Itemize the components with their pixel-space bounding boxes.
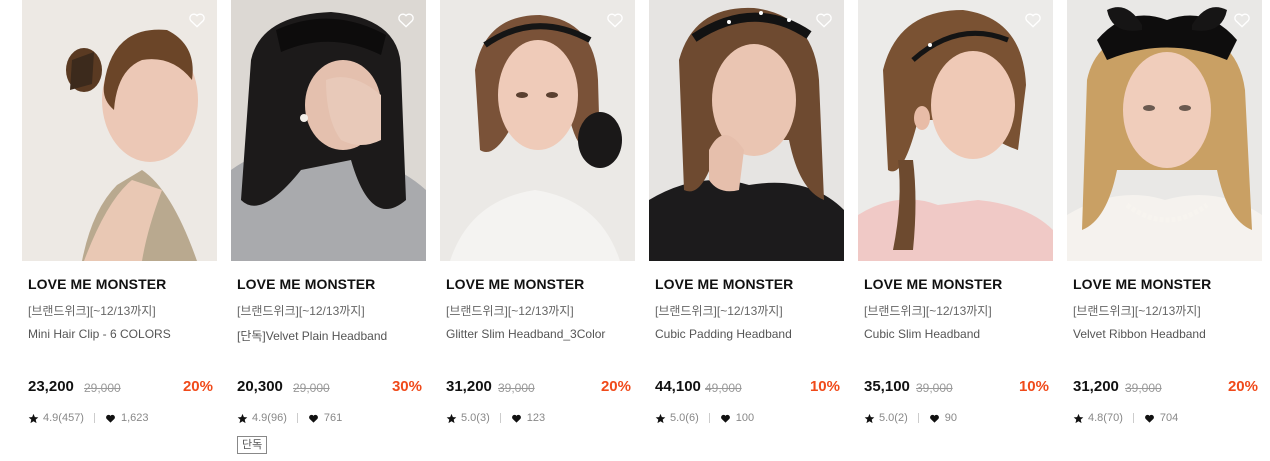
rating-value: 4.8(70) <box>1088 412 1123 424</box>
original-price: 49,000 <box>705 381 742 395</box>
sale-price: 31,200 <box>1073 378 1119 395</box>
promo-label: [브랜드위크][~12/13까지] <box>655 304 783 318</box>
star-icon <box>1073 413 1084 423</box>
heart-filled-icon <box>511 414 521 423</box>
review-meta: 4.9(96) 761 <box>237 412 342 424</box>
like-count: 761 <box>323 412 343 424</box>
meta-divider <box>93 413 95 423</box>
meta-divider <box>917 413 919 423</box>
meta-divider <box>1132 413 1134 423</box>
wishlist-heart-icon[interactable] <box>1023 10 1043 30</box>
discount-rate: 20% <box>182 378 213 395</box>
promo-label: [브랜드위크][~12/13까지] <box>864 304 992 318</box>
like-count: 704 <box>1159 412 1179 424</box>
like-count: 1,623 <box>120 412 149 424</box>
original-price: 39,000 <box>498 381 535 395</box>
discount-rate: 30% <box>391 378 422 395</box>
heart-filled-icon <box>929 414 939 423</box>
heart-filled-icon <box>308 414 318 423</box>
promo-label: [브랜드위크][~12/13까지] <box>446 304 574 318</box>
original-price: 39,000 <box>916 381 953 395</box>
wishlist-heart-icon[interactable] <box>187 10 207 30</box>
original-price: 29,000 <box>84 381 121 395</box>
discount-rate: 10% <box>1018 378 1049 395</box>
exclusive-badge: 단독 <box>237 436 268 454</box>
brand-name[interactable]: LOVE ME MONSTER <box>1073 276 1211 292</box>
brand-name[interactable]: LOVE ME MONSTER <box>237 276 375 292</box>
product-photo <box>22 0 217 261</box>
meta-divider <box>296 413 298 423</box>
rating-value: 5.0(6) <box>670 412 699 424</box>
product-card[interactable]: LOVE ME MONSTER [브랜드위크][~12/13까지] [단독]Ve… <box>231 0 426 461</box>
star-icon <box>28 413 39 423</box>
heart-filled-icon <box>1144 414 1154 423</box>
sale-price: 44,100 <box>655 378 701 395</box>
product-photo <box>858 0 1053 261</box>
brand-name[interactable]: LOVE ME MONSTER <box>28 276 166 292</box>
review-meta: 5.0(6) 100 <box>655 412 754 424</box>
product-card[interactable]: LOVE ME MONSTER [브랜드위크][~12/13까지] Cubic … <box>858 0 1053 461</box>
promo-label: [브랜드위크][~12/13까지] <box>28 304 156 318</box>
review-meta: 5.0(2) 90 <box>864 412 957 424</box>
product-name[interactable]: [단독]Velvet Plain Headband <box>237 327 387 344</box>
product-name[interactable]: Velvet Ribbon Headband <box>1073 327 1206 341</box>
rating-value: 5.0(2) <box>879 412 908 424</box>
heart-filled-icon <box>720 414 730 423</box>
brand-name[interactable]: LOVE ME MONSTER <box>655 276 793 292</box>
discount-rate: 20% <box>1227 378 1258 395</box>
rating-value: 4.9(96) <box>252 412 287 424</box>
discount-rate: 20% <box>600 378 631 395</box>
wishlist-heart-icon[interactable] <box>396 10 416 30</box>
wishlist-heart-icon[interactable] <box>814 10 834 30</box>
review-meta: 4.8(70) 704 <box>1073 412 1178 424</box>
product-card[interactable]: LOVE ME MONSTER [브랜드위크][~12/13까지] Velvet… <box>1067 0 1262 461</box>
review-meta: 5.0(3) 123 <box>446 412 545 424</box>
product-name[interactable]: Cubic Slim Headband <box>864 327 980 341</box>
promo-label: [브랜드위크][~12/13까지] <box>237 304 365 318</box>
product-name[interactable]: Cubic Padding Headband <box>655 327 792 341</box>
product-image[interactable] <box>1067 0 1262 261</box>
product-photo <box>440 0 635 261</box>
heart-filled-icon <box>106 414 115 423</box>
star-icon <box>446 413 457 423</box>
review-meta: 4.9(457) 1,623 <box>28 412 149 424</box>
product-card[interactable]: LOVE ME MONSTER [브랜드위크][~12/13까지] Glitte… <box>440 0 635 461</box>
meta-divider <box>708 413 710 423</box>
star-icon <box>864 413 875 423</box>
wishlist-heart-icon[interactable] <box>605 10 625 30</box>
product-image[interactable] <box>858 0 1053 261</box>
sale-price: 31,200 <box>446 378 492 395</box>
discount-rate: 10% <box>809 378 840 395</box>
product-photo <box>649 0 844 261</box>
product-image[interactable] <box>22 0 217 261</box>
original-price: 39,000 <box>1125 381 1162 395</box>
like-count: 123 <box>526 412 546 424</box>
product-name[interactable]: Mini Hair Clip - 6 COLORS <box>28 327 171 341</box>
promo-label: [브랜드위크][~12/13까지] <box>1073 304 1201 318</box>
product-grid: LOVE ME MONSTER [브랜드위크][~12/13까지] Mini H… <box>0 0 1270 461</box>
sale-price: 23,200 <box>28 378 74 395</box>
rating-value: 4.9(457) <box>43 412 84 424</box>
sale-price: 35,100 <box>864 378 910 395</box>
product-image[interactable] <box>231 0 426 261</box>
product-card[interactable]: LOVE ME MONSTER [브랜드위크][~12/13까지] Mini H… <box>22 0 217 461</box>
rating-value: 5.0(3) <box>461 412 490 424</box>
like-count: 100 <box>735 412 755 424</box>
product-photo <box>1067 0 1262 261</box>
meta-divider <box>499 413 501 423</box>
product-image[interactable] <box>649 0 844 261</box>
original-price: 29,000 <box>293 381 330 395</box>
star-icon <box>237 413 248 423</box>
product-card[interactable]: LOVE ME MONSTER [브랜드위크][~12/13까지] Cubic … <box>649 0 844 461</box>
sale-price: 20,300 <box>237 378 283 395</box>
product-name[interactable]: Glitter Slim Headband_3Color <box>446 327 605 341</box>
brand-name[interactable]: LOVE ME MONSTER <box>864 276 1002 292</box>
product-image[interactable] <box>440 0 635 261</box>
brand-name[interactable]: LOVE ME MONSTER <box>446 276 584 292</box>
star-icon <box>655 413 666 423</box>
wishlist-heart-icon[interactable] <box>1232 10 1252 30</box>
product-photo <box>231 0 426 261</box>
like-count: 90 <box>944 412 957 424</box>
